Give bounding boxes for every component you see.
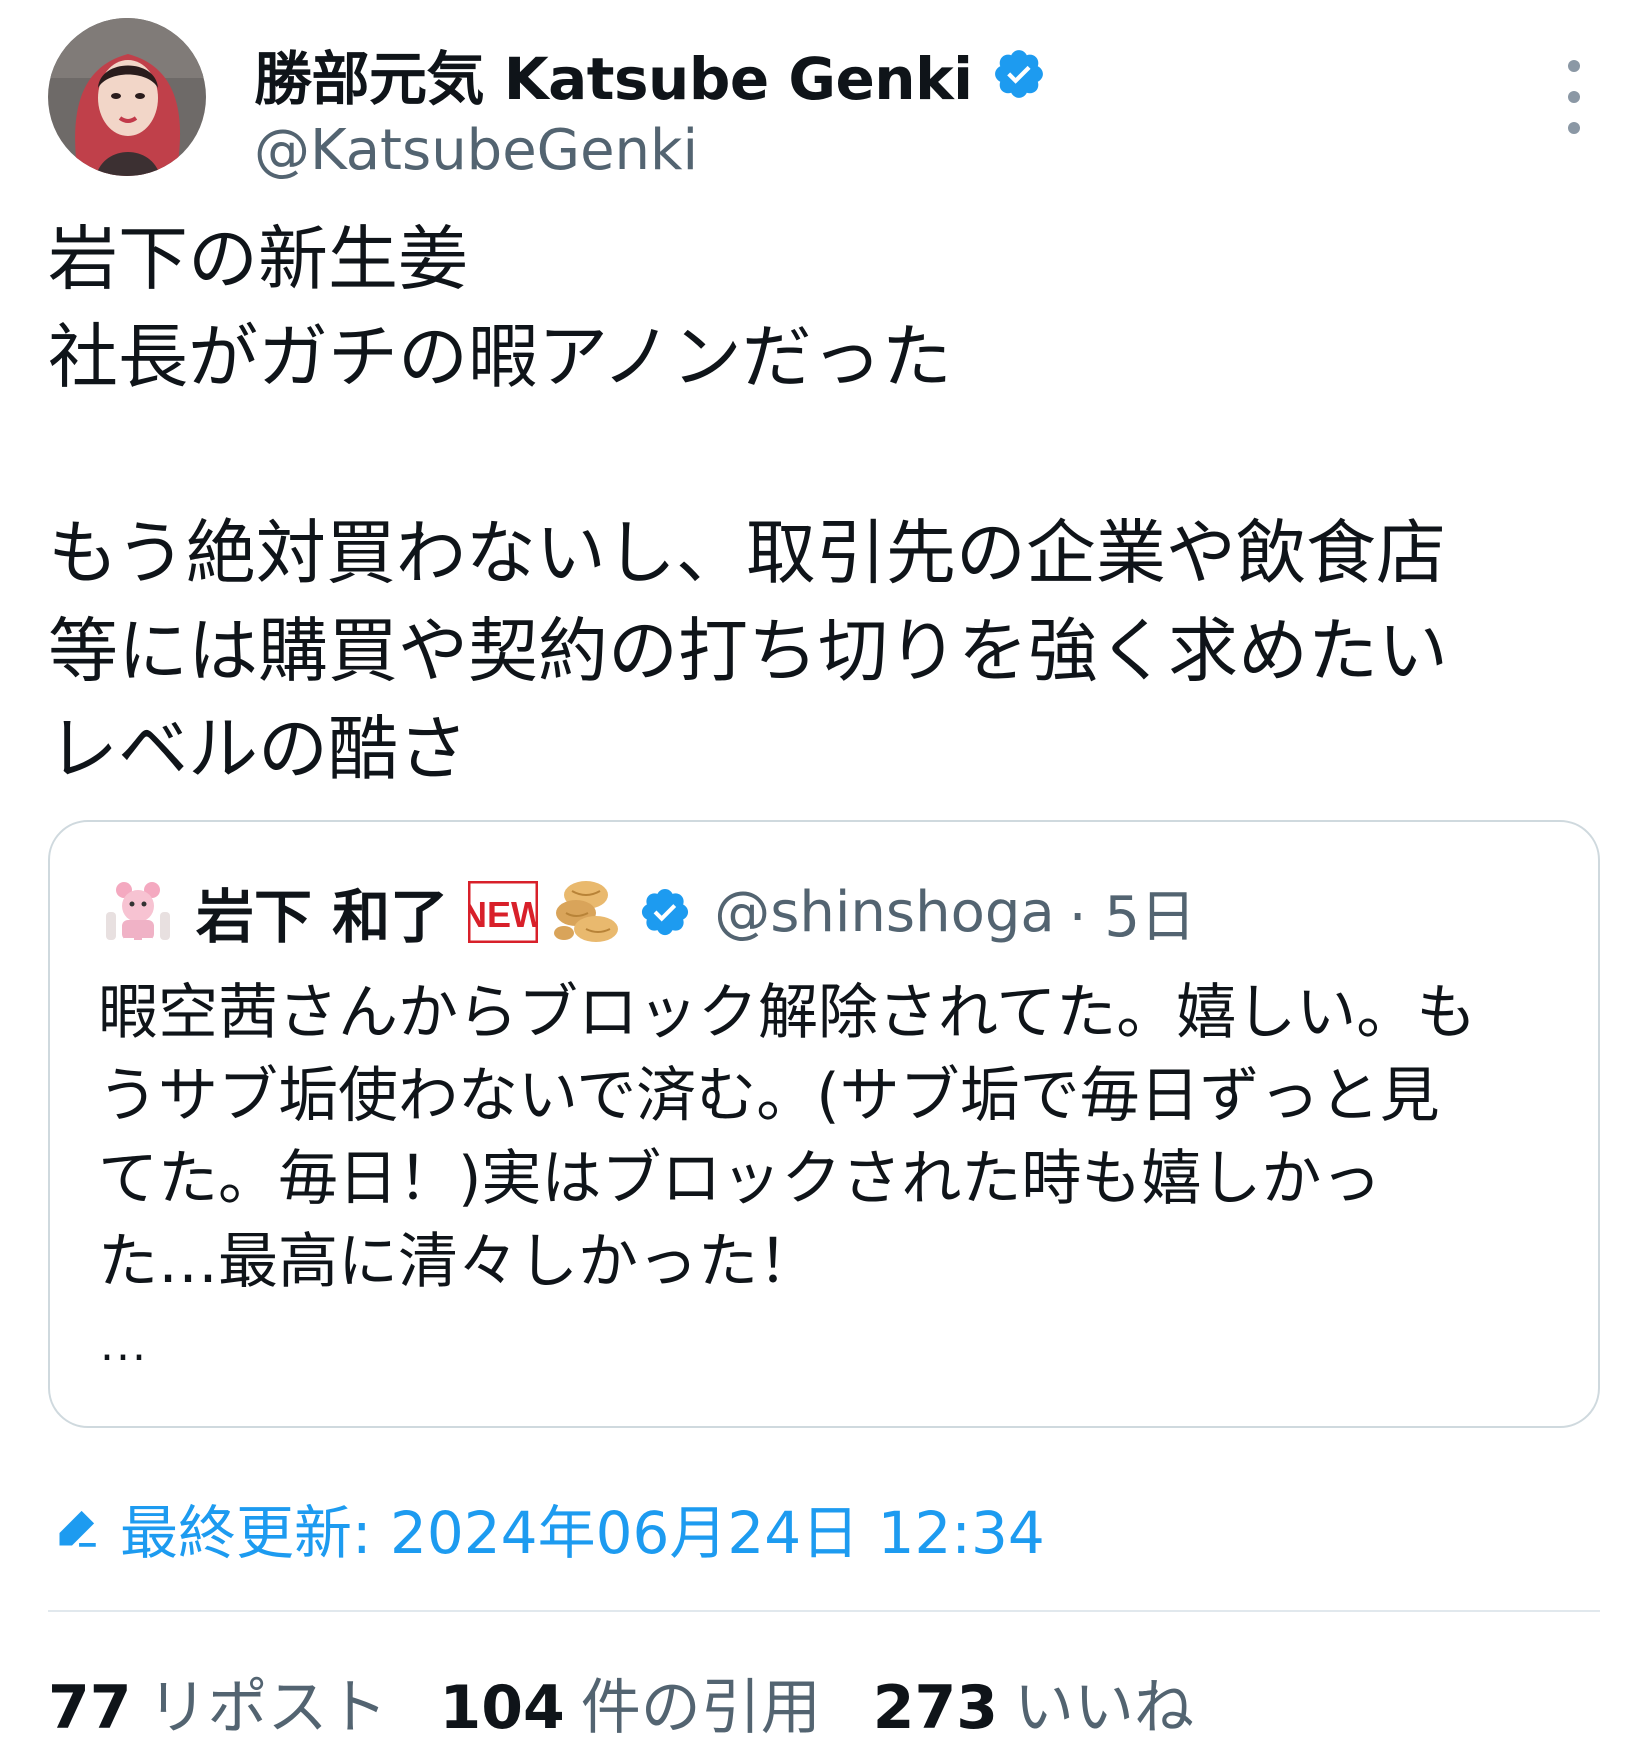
- quoted-author-handle[interactable]: @shinshoga: [714, 880, 1055, 945]
- quoted-tweet-text: 暇空茜さんからブロック解除されてた。嬉しい。も うサブ垢使わないで済む。(サブ垢…: [98, 972, 1578, 1304]
- likes-stat[interactable]: 273 いいね: [873, 1659, 1194, 1746]
- quotes-label: 件の引用: [580, 1672, 821, 1743]
- engagement-stats: 77 リポスト 104 件の引用 273 いいね: [48, 1660, 1246, 1744]
- last-edited-link[interactable]: 最終更新: 2024年06月24日 12:34: [52, 1488, 1045, 1568]
- stats-divider: [48, 1610, 1600, 1612]
- author-name-row[interactable]: 勝部元気 Katsube Genki: [254, 38, 1047, 113]
- quotes-count: 104: [439, 1672, 565, 1743]
- tweet-line: 岩下の新生姜: [48, 218, 468, 300]
- tweet-line: [48, 406, 1608, 504]
- quoted-tweet-time[interactable]: · 5日: [1069, 872, 1196, 953]
- more-options-icon[interactable]: [1552, 52, 1596, 142]
- likes-count: 273: [872, 1672, 998, 1743]
- quoted-author-avatar[interactable]: [102, 876, 174, 948]
- quoted-tweet-line: てた。毎日！)実はブロックされた時も嬉しかっ: [98, 1144, 1382, 1214]
- tweet-text: 岩下の新生姜 社長がガチの暇アノンだった もう絶対買わないし、取引先の企業や飲食…: [48, 210, 1608, 798]
- tweet-line: 等には購買や契約の打ち切りを強く求めたい: [48, 610, 1448, 692]
- quoted-tweet-truncation: ...: [100, 1320, 148, 1371]
- ginger-icon: [546, 873, 624, 951]
- tweet-header: 勝部元気 Katsube Genki @KatsubeGenki: [48, 18, 1596, 183]
- author-avatar[interactable]: [48, 18, 206, 176]
- quoted-tweet-line: うサブ垢使わないで済む。(サブ垢で毎日ずっと見: [98, 1061, 1440, 1131]
- author-name[interactable]: 勝部元気 Katsube Genki: [254, 32, 973, 116]
- author-handle[interactable]: @KatsubeGenki: [254, 118, 698, 183]
- pencil-icon: [52, 1503, 102, 1553]
- tweet-line: レベルの酷さ: [48, 708, 468, 790]
- quotes-stat[interactable]: 104 件の引用: [440, 1659, 821, 1746]
- reposts-count: 77: [48, 1672, 132, 1743]
- verified-badge-icon: [991, 46, 1047, 102]
- reposts-label: リポスト: [147, 1672, 388, 1743]
- new-badge-icon: NEW: [461, 880, 545, 944]
- reposts-stat[interactable]: 77 リポスト: [48, 1659, 388, 1746]
- quoted-tweet-card[interactable]: 岩下 和了 NEW @shinshoga · 5日 暇空茜さんからブロック解除さ…: [48, 820, 1600, 1428]
- new-badge-label: NEW: [468, 894, 538, 935]
- likes-label: いいね: [1014, 1672, 1194, 1743]
- quoted-author-name[interactable]: 岩下 和了: [196, 870, 448, 954]
- quoted-verified-badge-icon: [638, 885, 692, 939]
- quoted-tweet-header: 岩下 和了 NEW @shinshoga · 5日: [102, 862, 1196, 962]
- tweet-line: 社長がガチの暇アノンだった: [48, 316, 952, 398]
- last-edited-text[interactable]: 最終更新: 2024年06月24日 12:34: [120, 1486, 1045, 1570]
- tweet-line: もう絶対買わないし、取引先の企業や飲食店: [48, 512, 1446, 594]
- quoted-tweet-line: 暇空茜さんからブロック解除されてた。嬉しい。も: [98, 978, 1477, 1048]
- quoted-tweet-line: た…最高に清々しかった！: [98, 1227, 818, 1297]
